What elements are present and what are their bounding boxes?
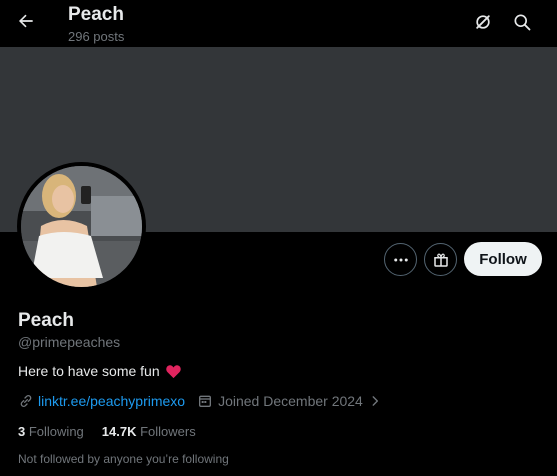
more-options-button[interactable] (384, 243, 417, 276)
followers-label: Followers (140, 424, 196, 439)
page-title: Peach (68, 4, 124, 25)
chevron-right-icon[interactable] (368, 394, 382, 408)
display-name: Peach (18, 310, 74, 331)
subscribe-button[interactable] (424, 243, 457, 276)
bio-text: Here to have some fun (18, 363, 160, 379)
gift-icon (433, 253, 448, 267)
following-link[interactable]: 3 Following (18, 424, 84, 439)
joined-date: Joined December 2024 (218, 393, 363, 409)
following-label: Following (28, 424, 84, 439)
more-icon (393, 258, 408, 261)
avatar[interactable] (17, 162, 146, 291)
post-count: 296 posts (68, 29, 125, 44)
heart-icon (165, 365, 181, 379)
user-handle: @primepeaches (18, 334, 121, 350)
mutual-followers-note: Not followed by anyone you’re following (18, 452, 229, 466)
link-icon (20, 395, 32, 407)
follow-stats: 3 Following 14.7K Followers (18, 424, 196, 439)
profile-link[interactable]: linktr.ee/peachyprimexo (38, 393, 185, 409)
follow-button[interactable]: Follow (464, 242, 542, 276)
avatar-photo (21, 166, 142, 287)
header-title-block: Peach 296 posts (68, 4, 124, 46)
followers-count: 14.7K (101, 424, 137, 439)
top-bar: Peach 296 posts (0, 0, 557, 47)
back-arrow-icon (18, 14, 33, 28)
bio: Here to have some fun (18, 363, 182, 379)
profile-meta: linktr.ee/peachyprimexo Joined December … (18, 393, 382, 409)
calendar-icon (199, 395, 212, 407)
grok-button[interactable] (470, 9, 496, 35)
following-count: 3 (18, 424, 26, 439)
search-button[interactable] (509, 9, 535, 35)
followers-link[interactable]: 14.7K Followers (102, 424, 196, 439)
back-button[interactable] (13, 8, 39, 34)
search-icon (514, 14, 531, 31)
grok-icon (476, 15, 490, 29)
